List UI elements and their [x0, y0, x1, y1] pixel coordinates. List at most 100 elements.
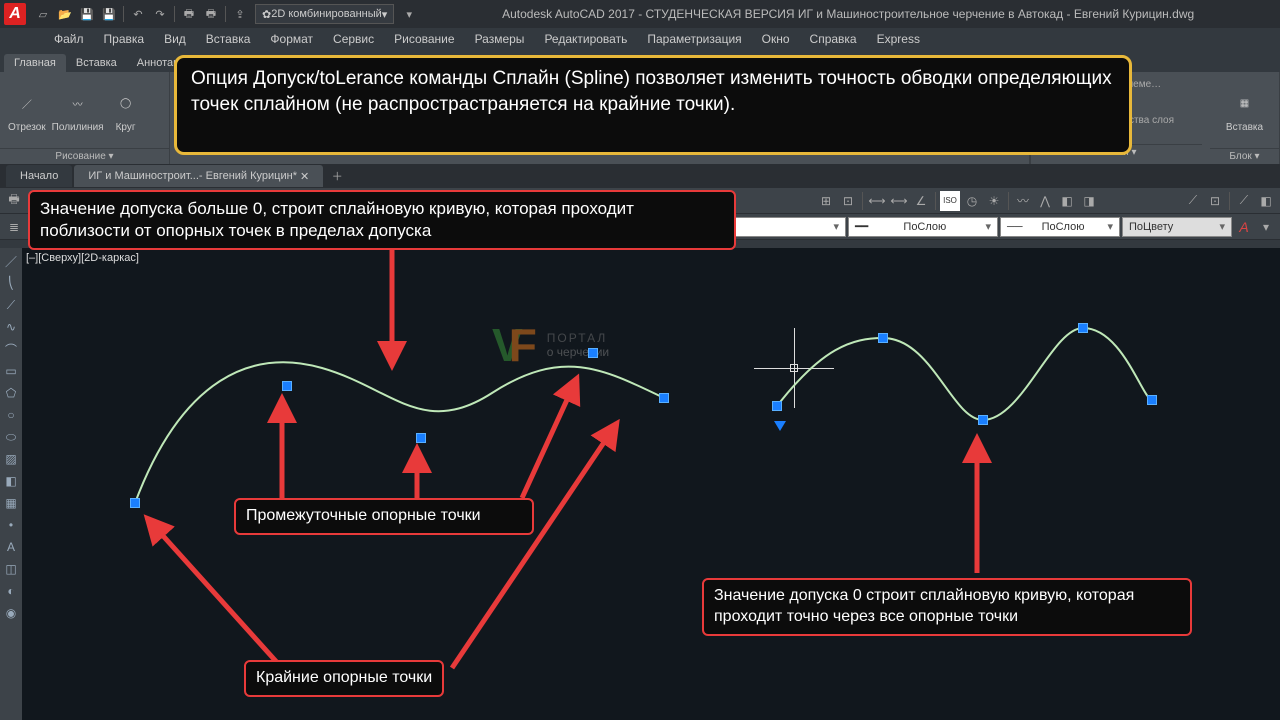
lt-line-icon[interactable]: ／ — [2, 252, 20, 270]
tb-r2-icon[interactable]: ⊡ — [1205, 191, 1225, 211]
tb-r4-icon[interactable]: ◧ — [1256, 191, 1276, 211]
undo-icon[interactable]: ↶ — [129, 5, 147, 23]
menu-format[interactable]: Формат — [260, 32, 323, 46]
menu-dimension[interactable]: Размеры — [465, 32, 535, 46]
menu-tools[interactable]: Сервис — [323, 32, 384, 46]
open-icon[interactable]: 📂 — [56, 5, 74, 23]
tb-textstyle-icon[interactable]: A — [1234, 217, 1254, 237]
tb-clock-icon[interactable]: ◷ — [962, 191, 982, 211]
grip-fitpoint[interactable] — [588, 348, 598, 358]
menu-window[interactable]: Окно — [752, 32, 800, 46]
lt-arc-icon[interactable]: ⌒ — [2, 340, 20, 358]
tb-iso-icon[interactable]: ISO — [940, 191, 960, 211]
saveas-icon[interactable]: 💾 — [100, 5, 118, 23]
menu-edit[interactable]: Правка — [94, 32, 155, 46]
viewport-label[interactable]: [–][Сверху][2D-каркас] — [26, 252, 139, 264]
tb-sun-icon[interactable]: ☀ — [984, 191, 1004, 211]
qat-more-icon[interactable]: ▾ — [400, 5, 418, 23]
menu-file[interactable]: Файл — [44, 32, 94, 46]
grip-endpoint[interactable] — [659, 393, 669, 403]
insert-block-button[interactable]: ▦Вставка — [1226, 88, 1263, 133]
new-icon[interactable]: ▱ — [34, 5, 52, 23]
combo-linetype[interactable]: ━━ ПоСлою▾ — [848, 217, 998, 237]
grip-fitpoint[interactable] — [416, 433, 426, 443]
tb-dim2-icon[interactable]: ⟷ — [889, 191, 909, 211]
tb-angle-icon[interactable]: ∠ — [911, 191, 931, 211]
workspace-combo[interactable]: ✿ 2D комбинированный ▾ — [255, 4, 394, 24]
callout-midpoints: Промежуточные опорные точки — [234, 498, 534, 535]
tab-add[interactable]: ＋ — [325, 168, 349, 184]
tb-layer-icon[interactable]: ≣ — [4, 217, 24, 237]
window-title: Autodesk AutoCAD 2017 - СТУДЕНЧЕСКАЯ ВЕР… — [420, 7, 1276, 21]
lt-ellipse-icon[interactable]: ⬭ — [2, 428, 20, 446]
combo-lineweight[interactable]: ── ПоСлою▾ — [1000, 217, 1120, 237]
circle-button[interactable]: ◯Круг — [110, 88, 142, 133]
menu-express[interactable]: Express — [867, 32, 930, 46]
tab-drawing[interactable]: ИГ и Машиностроит...- Евгений Курицин* ✕ — [74, 165, 323, 187]
lt-block-icon[interactable]: ◫ — [2, 560, 20, 578]
polyline-button[interactable]: 〰Полилиния — [52, 88, 104, 133]
workspace-label: 2D комбинированный — [271, 8, 382, 20]
tb-wave-icon[interactable]: 〰 — [1013, 191, 1033, 211]
menu-modify[interactable]: Редактировать — [534, 32, 637, 46]
grip-endpoint[interactable] — [130, 498, 140, 508]
combo-color[interactable]: ПоЦвету▾ — [1122, 217, 1232, 237]
callout-zero-tolerance: Значение допуска 0 строит сплайновую кри… — [702, 578, 1192, 636]
menu-insert[interactable]: Вставка — [196, 32, 261, 46]
drawing-area[interactable]: [–][Сверху][2D-каркас] VF ПОРТАЛо черчен… — [22, 248, 1280, 720]
lt-region-icon[interactable]: ◧ — [2, 472, 20, 490]
tab-home[interactable]: Главная — [4, 54, 66, 72]
menu-parametric[interactable]: Параметризация — [637, 32, 751, 46]
lt-text-icon[interactable]: A — [2, 538, 20, 556]
line-button[interactable]: ／Отрезок — [8, 88, 46, 133]
plot-icon[interactable]: 🖶 — [180, 5, 198, 23]
grip-fitpoint[interactable] — [282, 381, 292, 391]
lt-point-icon[interactable]: • — [2, 516, 20, 534]
left-toolbar: ／ ⎝ ⟋ ∿ ⌒ ▭ ⬠ ○ ⬭ ▨ ◧ ▦ • A ◫ ◐ ◉ — [0, 248, 22, 720]
grip-fitpoint[interactable] — [878, 333, 888, 343]
lt-rect-icon[interactable]: ▭ — [2, 362, 20, 380]
menu-view[interactable]: Вид — [154, 32, 196, 46]
print-icon[interactable]: 🖶 — [202, 5, 220, 23]
tb-grid-icon[interactable]: ⊡ — [838, 191, 858, 211]
lt-hatch-icon[interactable]: ▨ — [2, 450, 20, 468]
callout-endpoints: Крайние опорные точки — [244, 660, 444, 697]
tb-more2-icon[interactable]: ◨ — [1079, 191, 1099, 211]
redo-icon[interactable]: ↷ — [151, 5, 169, 23]
grip-endpoint[interactable] — [1147, 395, 1157, 405]
grip-endpoint[interactable] — [772, 401, 782, 411]
lt-table-icon[interactable]: ▦ — [2, 494, 20, 512]
tb-more1-icon[interactable]: ◧ — [1057, 191, 1077, 211]
app-logo[interactable]: A — [4, 3, 26, 25]
tb-osnap-icon[interactable]: ⊞ — [816, 191, 836, 211]
menu-help[interactable]: Справка — [800, 32, 867, 46]
grip-fitpoint[interactable] — [978, 415, 988, 425]
tab-insert[interactable]: Вставка — [66, 54, 127, 72]
document-tabs: Начало ИГ и Машиностроит...- Евгений Кур… — [0, 164, 1280, 188]
watermark: VF ПОРТАЛо черчении — [492, 318, 609, 372]
lt-circle-icon[interactable]: ○ — [2, 406, 20, 424]
grip-fitpoint[interactable] — [1078, 323, 1088, 333]
lt-pline-icon[interactable]: ⎝ — [2, 274, 20, 292]
tb-dim-icon[interactable]: ⟷ — [867, 191, 887, 211]
tb-graph-icon[interactable]: ⋀ — [1035, 191, 1055, 211]
tab-start[interactable]: Начало — [6, 165, 72, 187]
menubar: Файл Правка Вид Вставка Формат Сервис Ри… — [0, 28, 1280, 50]
draw-panel-title[interactable]: Рисование ▾ — [0, 148, 169, 164]
tb-r3-icon[interactable]: ⟋ — [1234, 191, 1254, 211]
lt-poly-icon[interactable]: ⬠ — [2, 384, 20, 402]
callout-tolerance-positive: Значение допуска больше 0, строит сплайн… — [28, 190, 736, 250]
tb-print-icon[interactable]: 🖶 — [4, 191, 24, 211]
titlebar: A ▱ 📂 💾 💾 ↶ ↷ 🖶 🖶 ⇪ ✿ 2D комбинированный… — [0, 0, 1280, 28]
menu-draw[interactable]: Рисование — [384, 32, 464, 46]
tb-r1-icon[interactable]: ⟋ — [1183, 191, 1203, 211]
lt-grad-icon[interactable]: ◐ — [2, 582, 20, 600]
save-icon[interactable]: 💾 — [78, 5, 96, 23]
grip-direction[interactable] — [774, 421, 786, 431]
annotation-tolerance-description: Опция Допуск/toLerance команды Сплайн (S… — [174, 55, 1132, 155]
lt-xline-icon[interactable]: ⟋ — [2, 296, 20, 314]
lt-donut-icon[interactable]: ◉ — [2, 604, 20, 622]
share-icon[interactable]: ⇪ — [231, 5, 249, 23]
lt-spline-icon[interactable]: ∿ — [2, 318, 20, 336]
tb-dd-icon[interactable]: ▾ — [1256, 217, 1276, 237]
